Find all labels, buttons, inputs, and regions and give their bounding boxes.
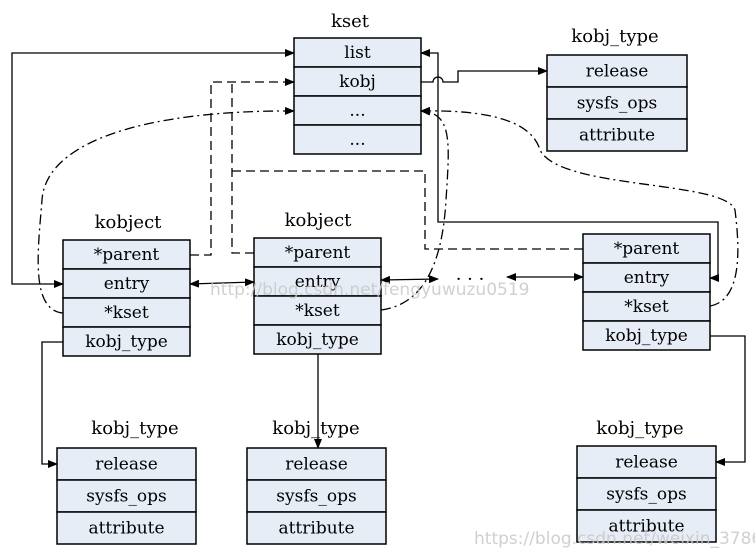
struct-title: kobject [95,212,163,233]
field-label: kobj_type [85,332,168,352]
watermark: https://blog.csdn.net/weixin_37867857 [474,529,755,549]
kset-kobj-to-kobj-type [421,67,548,83]
field-label: *kset [624,297,669,317]
field-label: ... [349,130,365,150]
field-label: entry [624,268,670,288]
field-label: *parent [614,239,680,259]
struct-title: kset [331,11,370,32]
watermark: http://blog.csdn.net/fengyuwuzu0519 [210,280,529,300]
field-label: attribute [278,519,354,539]
kobj-type-struct-top: kobj_typerelease sysfs_ops attribute [546,26,688,152]
struct-title: kobject [285,210,353,231]
kobject-kset-diagram: ksetlistkobj......kobj_typereleasesysfs_… [11,11,755,549]
field-label: sysfs_ops [606,485,686,505]
kobject1-parent-link [190,78,295,256]
kobject1-kobj-type-link [41,341,63,468]
struct-title: kobj_type [571,26,658,47]
field-label: *parent [94,245,160,265]
field-label: ... [349,101,365,121]
field-label: sysfs_ops [276,487,356,507]
field-label: kobj [339,72,376,92]
field-label: sysfs_ops [86,487,166,507]
kobject3-kobj-type-link [710,335,746,466]
field-label: attribute [579,126,655,146]
field-label: kobj_type [605,326,688,346]
kobject2-parent-link [231,82,254,254]
kobject-struct-1: kobject *parent entry *kset kobj_type [62,212,191,357]
kset-struct: kset list kobj...... [293,11,422,155]
kobj-type-struct-bottom-1: kobj_typerelease sysfs_ops attribute [56,418,197,545]
field-label: release [95,455,158,475]
field-label: release [285,455,348,475]
struct-title: kobj_type [596,418,683,439]
kobj-type-struct-bottom-3: kobj_typereleasesysfs_opsattribute [576,418,717,543]
field-label: *kset [104,303,149,323]
field-label: sysfs_ops [577,94,657,114]
field-label: entry [104,274,150,294]
field-label: *kset [295,301,340,321]
struct-title: kobj_type [91,418,178,439]
field-label: release [615,453,678,473]
field-label: kobj_type [276,330,359,350]
field-label: release [586,62,649,82]
field-label: *parent [285,243,351,263]
field-label: attribute [88,519,164,539]
kobj-type-struct-bottom-2: kobj_typerelease sysfs_ops attribute [246,418,387,545]
kobject-struct-3: *parent entry *kset kobj_type [582,233,711,351]
field-label: list [344,43,371,63]
struct-title: kobj_type [272,418,359,439]
